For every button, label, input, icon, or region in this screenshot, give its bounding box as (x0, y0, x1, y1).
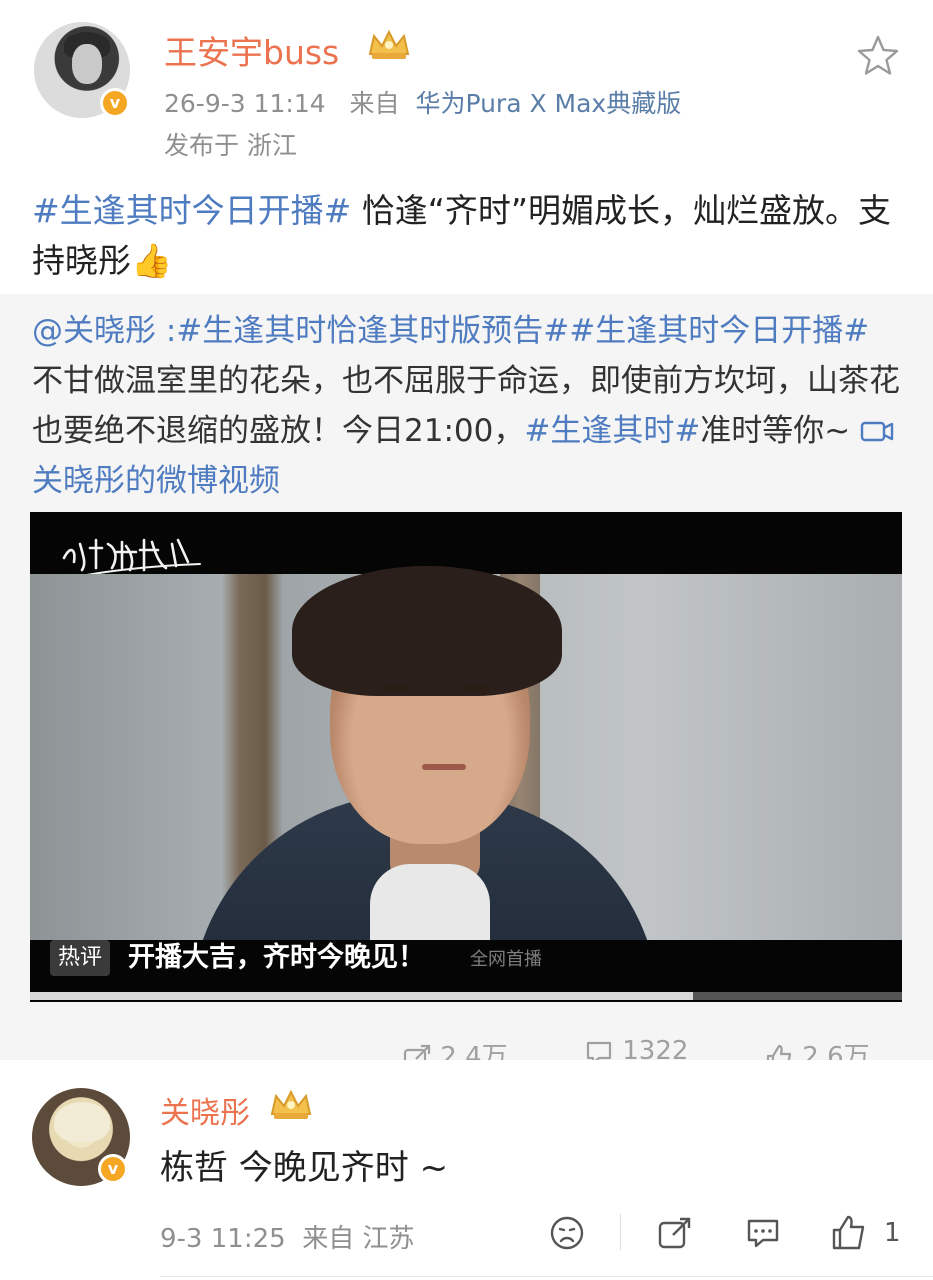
commenter-crown-badge-icon (270, 1089, 312, 1119)
like-count: 2.6万 (802, 1042, 870, 1060)
repost-topic-tag-2[interactable]: #生逢其时# (524, 413, 700, 449)
repost-count: 2.4万 (440, 1042, 508, 1060)
mention-link[interactable]: @关晓彤 (32, 313, 156, 349)
hot-comment-text: 开播大吉，齐时今晚见！ (128, 942, 425, 973)
post-text: #生逢其时今日开播# 恰逢“齐时”明媚成长，灿烂盛放。支持晓彤👍 (32, 186, 912, 286)
video-progress-bar[interactable] (30, 992, 902, 1000)
comment-source: 来自 江苏 (302, 1224, 415, 1254)
hot-comment-tag: 热评 (50, 940, 111, 976)
comment-count-button[interactable]: 1322 (584, 1036, 688, 1060)
post-location: 发布于 浙江 (164, 131, 297, 160)
video-link-label: 关晓彤的微博视频 (32, 463, 280, 499)
share-icon[interactable] (656, 1214, 694, 1252)
thumbs-up-icon (766, 1044, 792, 1060)
commenter-name[interactable]: 关晓彤 (160, 1088, 250, 1132)
repost-text: @关晓彤 :#生逢其时恰逢其时版预告##生逢其时今日开播# 不甘做温室里的花朵，… (32, 306, 906, 506)
video-progress-fill (30, 992, 693, 1000)
commenter-verified-badge-icon: v (98, 1154, 128, 1184)
author-name[interactable]: 王安宇buss (164, 26, 339, 74)
repost-tail: 准时等你~ (700, 413, 861, 449)
repost-topic-tags[interactable]: :#生逢其时恰逢其时版预告##生逢其时今日开播# (156, 313, 869, 349)
device-link[interactable]: 华为Pura X Max典藏版 (415, 89, 681, 118)
divider (160, 1276, 933, 1277)
repost-count-button[interactable]: 2.4万 (402, 1036, 508, 1060)
video-icon (860, 421, 894, 442)
video-player[interactable]: 全网首播 热评 开播大吉，齐时今晚见！ (30, 512, 902, 1002)
share-icon (403, 1044, 431, 1060)
verified-badge-icon: v (100, 88, 130, 118)
repost-card[interactable]: @关晓彤 :#生逢其时恰逢其时版预告##生逢其时今日开播# 不甘做温室里的花朵，… (0, 294, 933, 1060)
like-count-button[interactable]: 2.6万 (764, 1036, 870, 1060)
repost-stats: 2.4万 1322 2.6万 (0, 1036, 933, 1060)
crown-badge-icon (368, 29, 410, 59)
star-icon[interactable] (856, 34, 900, 76)
reply-icon[interactable] (744, 1214, 782, 1252)
comment-like-count: 1 (884, 1218, 901, 1248)
comment-meta: 9-3 11:25 来自 江苏 (160, 1218, 414, 1255)
source-prefix: 来自 (349, 89, 400, 118)
comment-time: 9-3 11:25 (160, 1224, 286, 1254)
video-frame (30, 566, 902, 1002)
like-icon[interactable] (830, 1214, 868, 1252)
post-timestamp: 26-9-3 11:14 (164, 89, 326, 118)
comment-count: 1322 (622, 1036, 689, 1060)
dislike-icon[interactable] (548, 1214, 586, 1252)
topic-tag[interactable]: #生逢其时今日开播# (32, 191, 351, 230)
comment-icon (586, 1041, 612, 1060)
post-meta: 26-9-3 11:14 来自 华为Pura X Max典藏版 (164, 84, 681, 120)
video-caption: 全网首播 (470, 949, 542, 970)
comment-text: 栋哲 今晚见齐时 ~ (160, 1148, 449, 1188)
